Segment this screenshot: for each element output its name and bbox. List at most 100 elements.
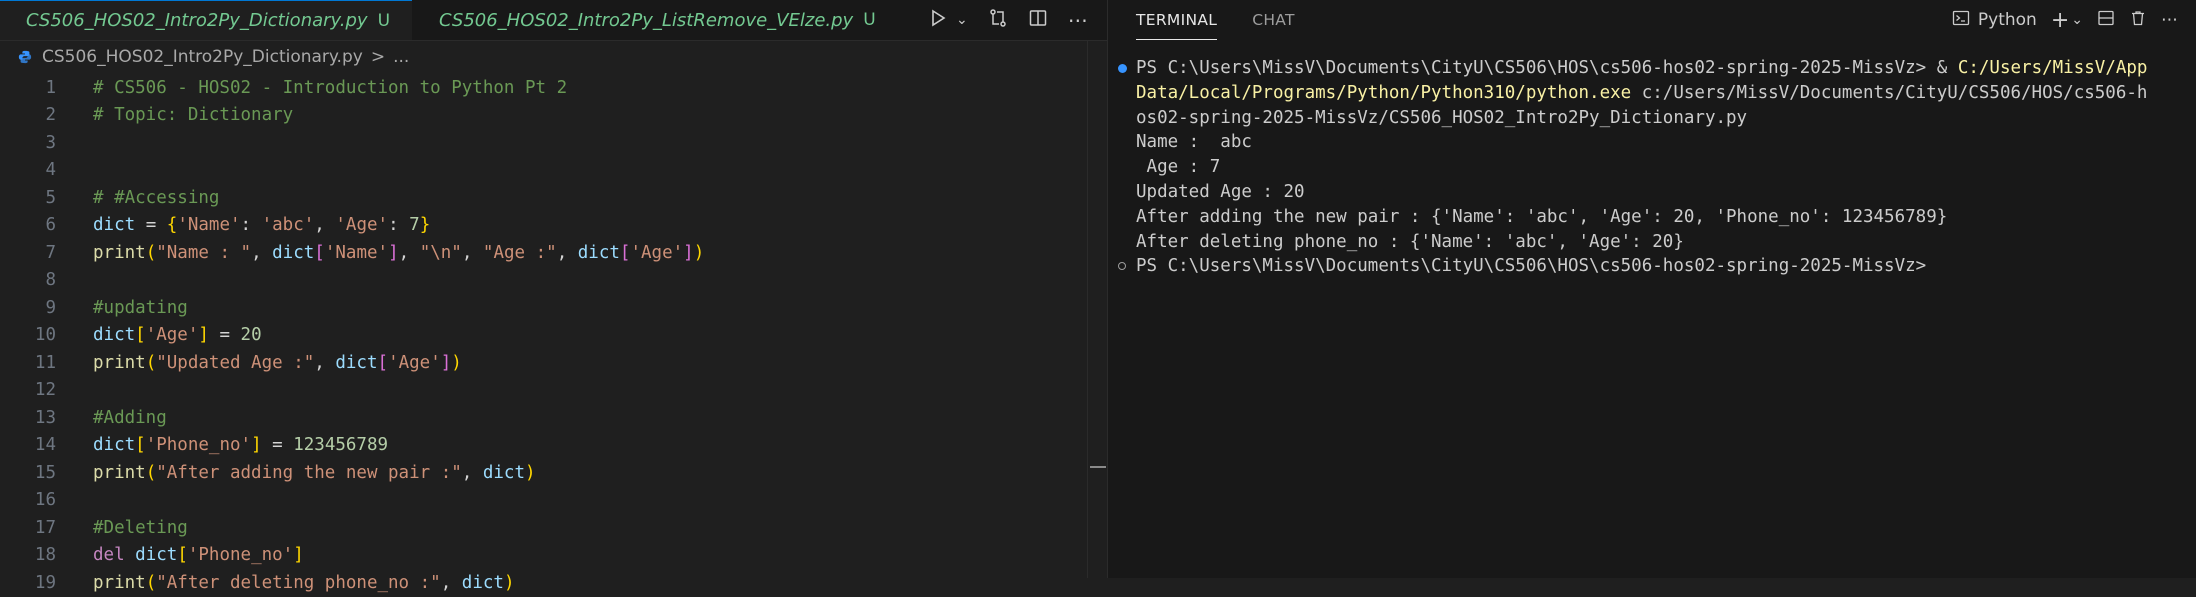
line-number: 5	[45, 187, 56, 208]
code-line[interactable]: 1 # CS506 - HOS02 - Introduction to Pytho…	[0, 74, 1090, 102]
code-token: dict	[93, 215, 136, 236]
new-terminal-icon[interactable]: +	[2051, 8, 2069, 33]
line-number: 1	[45, 77, 56, 98]
terminal-text: Age : 7	[1136, 157, 1221, 178]
code-line[interactable]: 17 #Deleting	[0, 514, 1090, 542]
code-token: }	[419, 215, 431, 236]
tab-listremove[interactable]: CS506_HOS02_Intro2Py_ListRemove_VElze.py…	[413, 0, 876, 40]
code-token: # CS506 - HOS02 - Introduction to Python…	[93, 77, 568, 98]
terminal-text: Name : abc	[1136, 132, 1252, 153]
code-token: 'Phone_no'	[187, 545, 294, 566]
command-decoration-icon[interactable]	[1118, 262, 1126, 271]
git-compare-icon[interactable]	[988, 8, 1008, 33]
code-area[interactable]: 1 # CS506 - HOS02 - Introduction to Pytho…	[0, 74, 1090, 597]
breadcrumb-symbols[interactable]: ...	[393, 47, 409, 67]
code-line[interactable]: 5 # #Accessing	[0, 184, 1090, 212]
code-token: ]	[251, 435, 262, 456]
code-token: )	[525, 462, 536, 483]
editor-scrollbar[interactable]	[1087, 40, 1108, 578]
code-line[interactable]: 4	[0, 157, 1090, 185]
code-token: "Updated Age :"	[156, 352, 315, 373]
code-token: # #Accessing	[93, 187, 220, 208]
line-number: 10	[34, 325, 56, 346]
more-actions-icon[interactable]: ⋯	[1068, 8, 1088, 32]
run-dropdown-chevron-icon[interactable]: ⌄	[956, 12, 968, 28]
code-token: print	[93, 242, 146, 263]
code-line[interactable]: 3	[0, 129, 1090, 157]
terminal-text: After adding the new pair : {'Name': 'ab…	[1136, 206, 1948, 227]
code-line[interactable]: 6 dict = {'Name': 'abc', 'Age': 7}	[0, 212, 1090, 240]
more-actions-icon[interactable]: ⋯	[2161, 10, 2178, 30]
terminal-text: PS C:\Users\MissV\Documents\CityU\CS506\…	[1136, 58, 1958, 78]
terminal-text: Updated Age : 20	[1136, 181, 1305, 202]
code-line[interactable]: 15 print("After adding the new pair :", d…	[0, 459, 1090, 487]
tab-label: CS506_HOS02_Intro2Py_ListRemove_VElze.py	[439, 9, 854, 31]
split-terminal-icon[interactable]	[2097, 9, 2115, 32]
code-token: ,	[398, 242, 420, 263]
terminal-panel: TERMINAL CHAT Python + ⌄ ⋯ PS C:\Users\M…	[1108, 0, 2196, 578]
code-token: [	[314, 242, 325, 263]
shell-label[interactable]: Python	[1978, 10, 2037, 30]
code-line[interactable]: 19 print("After deleting phone_no :", dic…	[0, 569, 1090, 597]
breadcrumb-separator: >	[370, 47, 386, 67]
terminal-output[interactable]: PS C:\Users\MissV\Documents\CityU\CS506\…	[1118, 56, 2194, 279]
code-line[interactable]: 9 #updating	[0, 294, 1090, 322]
code-token: )	[451, 352, 462, 373]
tab-chat[interactable]: CHAT	[1252, 0, 1295, 40]
code-token: dict	[461, 572, 504, 593]
command-decoration-icon[interactable]	[1118, 64, 1127, 73]
code-token: ,	[314, 215, 336, 236]
code-token: {	[166, 215, 178, 236]
terminal-line: Data/Local/Programs/Python/Python310/pyt…	[1136, 81, 2194, 106]
code-line[interactable]: 12	[0, 377, 1090, 405]
line-number: 3	[45, 132, 56, 153]
tab-dictionary[interactable]: CS506_HOS02_Intro2Py_Dictionary.py U ×	[0, 0, 428, 40]
terminal-line: PS C:\Users\MissV\Documents\CityU\CS506\…	[1118, 254, 2194, 279]
terminal-text: PS C:\Users\MissV\Documents\CityU\CS506\…	[1136, 256, 1927, 277]
code-line[interactable]: 11 print("Updated Age :", dict['Age'])	[0, 349, 1090, 377]
code-line[interactable]: 13 #Adding	[0, 404, 1090, 432]
code-token: dict	[482, 462, 526, 483]
trash-icon[interactable]	[2129, 9, 2147, 32]
code-token: 7	[409, 215, 420, 236]
code-token: (	[145, 242, 157, 263]
code-token: 'Age'	[630, 242, 684, 263]
code-token: 20	[240, 325, 262, 346]
code-token: # Topic: Dictionary	[93, 105, 294, 126]
line-number: 17	[34, 517, 56, 538]
code-line[interactable]: 8	[0, 267, 1090, 295]
line-number: 8	[45, 270, 56, 291]
line-number: 13	[34, 407, 56, 428]
line-number: 4	[45, 160, 56, 181]
code-line[interactable]: 16	[0, 487, 1090, 515]
code-token: ]	[440, 352, 452, 373]
terminal-line: Name : abc	[1136, 130, 2194, 155]
terminal-text: Data/Local/Programs/Python/Python310/pyt…	[1136, 82, 1632, 103]
code-token: "\n"	[419, 242, 462, 263]
breadcrumb-file[interactable]: CS506_HOS02_Intro2Py_Dictionary.py	[42, 47, 363, 67]
code-token: dict	[93, 435, 136, 456]
breadcrumb: CS506_HOS02_Intro2Py_Dictionary.py > ...	[0, 41, 409, 73]
cursor-position-marker	[1090, 466, 1106, 468]
editor-group: CS506_HOS02_Intro2Py_Dictionary.py U × C…	[0, 0, 1108, 593]
code-line[interactable]: 18 del dict['Phone_no']	[0, 542, 1090, 570]
code-line[interactable]: 7 print("Name : ", dict['Name'], "\n", "A…	[0, 239, 1090, 267]
terminal-line: PS C:\Users\MissV\Documents\CityU\CS506\…	[1118, 56, 2194, 81]
run-icon[interactable]	[928, 8, 948, 33]
untracked-badge: U	[863, 10, 876, 30]
line-number: 15	[34, 462, 56, 483]
split-editor-icon[interactable]	[1028, 8, 1048, 33]
terminal-line: After adding the new pair : {'Name': 'ab…	[1136, 205, 2194, 230]
code-token: 'Age'	[145, 325, 199, 346]
code-line[interactable]: 10 dict['Age'] = 20	[0, 322, 1090, 350]
code-token: ,	[440, 572, 462, 593]
line-number: 19	[34, 572, 56, 593]
code-line[interactable]: 14 dict['Phone_no'] = 123456789	[0, 432, 1090, 460]
code-token: #updating	[93, 297, 188, 318]
code-line[interactable]: 2 # Topic: Dictionary	[0, 102, 1090, 130]
code-token: =	[261, 435, 294, 456]
code-token: (	[145, 572, 157, 593]
code-token: (	[145, 352, 157, 373]
tab-terminal[interactable]: TERMINAL	[1136, 0, 1218, 40]
terminal-dropdown-chevron-icon[interactable]: ⌄	[2071, 12, 2083, 28]
